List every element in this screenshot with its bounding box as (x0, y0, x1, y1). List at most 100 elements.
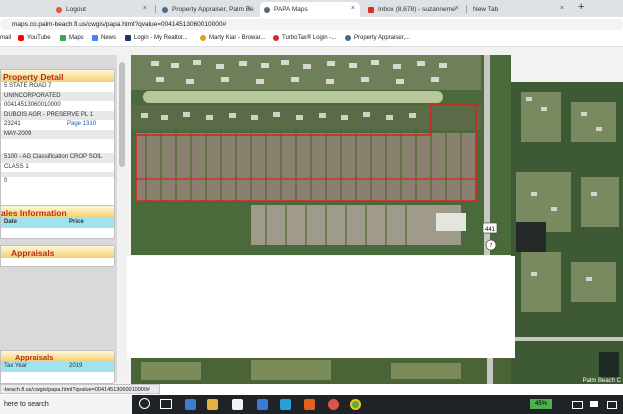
tab-logout[interactable]: Logout × (52, 2, 152, 17)
youtube-icon (18, 35, 24, 41)
tab-strip: Logout × Property Appraiser, Palm Be × P… (0, 0, 623, 17)
bookmark-label: Property Appraiser,... (354, 35, 411, 41)
network-icon[interactable] (590, 401, 598, 407)
tax-year-value: 2019 (69, 363, 83, 369)
tab-new-tab[interactable]: New Tab × (469, 2, 569, 17)
bookmark-label: Login - My Realtor... (134, 35, 188, 41)
turbotax-icon (273, 35, 279, 41)
status-link: -beach.fl.us/cwgis/papa.html?qvalue=0041… (0, 384, 160, 394)
bookmark-youtube[interactable]: YouTube (18, 35, 51, 41)
appraisals-card: Appraisals (0, 245, 115, 267)
close-icon[interactable]: × (455, 5, 459, 12)
bookmark-maps[interactable]: Maps (60, 35, 84, 41)
app-orange-icon[interactable] (304, 399, 315, 410)
app-l-icon[interactable] (280, 399, 291, 410)
aerial-map[interactable]: 441 7 (131, 55, 511, 255)
cortana-icon[interactable] (139, 398, 150, 409)
tax-year-row: Tax Year 2019 (1, 362, 114, 372)
taskbar-search-input[interactable]: here to search (0, 395, 132, 414)
page-link[interactable]: Page 1310 (67, 120, 96, 130)
bookmark-property-appraiser[interactable]: Property Appraiser,... (345, 35, 410, 41)
tab-label: PAPA Maps (274, 6, 308, 13)
appraiser-icon (345, 35, 351, 41)
aerial-map-bottom[interactable] (131, 358, 511, 384)
sales-information-card: ales Information Date Price (0, 205, 115, 239)
tab-inbox[interactable]: Inbox (8,678) - suzanneme × (364, 2, 464, 17)
appraisals-sub-heading: Appraisals (1, 351, 114, 362)
tab-property-appraiser[interactable]: Property Appraiser, Palm Be × (158, 2, 256, 17)
bookmark-label: Marty Kiar - Browar... (209, 35, 266, 41)
tab-label: Logout (66, 6, 86, 13)
papa-favicon-icon (264, 6, 270, 13)
realtor-icon (125, 35, 131, 41)
book-value: 23241 (4, 121, 21, 127)
municipality-value: UNINCORPORATED (1, 91, 114, 101)
col-price: Price (69, 219, 84, 225)
sale-date-value: MAY-2009 (1, 129, 114, 139)
tab-divider (466, 5, 467, 13)
bookmark-realtor[interactable]: Login - My Realtor... (125, 35, 188, 41)
task-view-icon[interactable] (160, 399, 172, 409)
close-icon[interactable]: × (247, 5, 251, 12)
bookmark-news[interactable]: News (92, 35, 116, 41)
use-code-value: 5100 - AG Classification CROP SOIL (1, 153, 114, 163)
url-input[interactable]: maps.co.palm-beach.fl.us/cwgis/papa.html… (0, 19, 623, 30)
battery-indicator[interactable]: 45% (530, 399, 552, 409)
edge-icon[interactable] (185, 399, 196, 410)
appraisals-card-2: Appraisals Tax Year 2019 (0, 350, 115, 384)
tab-papa-maps[interactable]: PAPA Maps × (260, 2, 360, 17)
aerial-map-right[interactable]: Palm Beach C (511, 82, 623, 384)
bookmarks-bar: mail YouTube Maps News Login - My Realto… (0, 32, 623, 47)
zero-value: 0 (4, 178, 8, 184)
logout-favicon-icon (56, 6, 62, 13)
close-icon[interactable]: × (560, 5, 564, 12)
use-code-class: CLASS 1 (4, 163, 29, 170)
book-page-row: 23241 Page 1310 (1, 120, 114, 130)
tax-year-label: Tax Year (4, 363, 28, 369)
tab-label: Property Appraiser, Palm Be (172, 6, 254, 13)
appraiser-favicon-icon (162, 6, 168, 13)
bookmark-label: News (101, 35, 117, 41)
store-icon[interactable] (232, 399, 243, 410)
subdivision-value: DUBOIS AGR - PRESERVE PL 1 (1, 110, 114, 120)
address-bar: maps.co.palm-beach.fl.us/cwgis/papa.html… (0, 17, 623, 32)
map-credit: Palm Beach C (583, 378, 622, 384)
property-detail-heading: Property Detail (1, 70, 114, 82)
bookmark-label: Maps (69, 35, 84, 41)
maps-icon (60, 35, 66, 41)
gmail-icon (368, 6, 374, 13)
bookmark-mail[interactable]: mail (0, 35, 11, 41)
pcn-value: 00414513060010000 (4, 102, 61, 108)
bookmark-label: YouTube (27, 35, 51, 41)
blank-overlay (127, 256, 515, 358)
bookmark-turbotax[interactable]: TurboTax® Login -... (273, 35, 336, 41)
system-tray-icon[interactable] (572, 401, 583, 409)
appraisals-heading: Appraisals (1, 246, 114, 258)
mail-taskbar-icon[interactable] (257, 399, 268, 410)
location-value: 5 STATE ROAD 7 (4, 83, 52, 89)
sales-table-header: Date Price (1, 218, 114, 228)
tab-divider (155, 5, 156, 13)
notification-icon[interactable] (607, 401, 617, 409)
scrollbar-thumb[interactable] (119, 62, 125, 167)
file-explorer-icon[interactable] (207, 399, 218, 410)
side-panel: Property Detail 5 STATE ROAD 7 UNINCORPO… (0, 55, 117, 384)
shield2-label: 7 (490, 243, 493, 249)
app-red-icon[interactable] (328, 399, 339, 410)
person-icon (200, 35, 206, 41)
bookmark-label: mail (0, 35, 12, 41)
col-date: Date (4, 219, 18, 225)
news-icon (92, 35, 98, 41)
close-icon[interactable]: × (143, 5, 147, 12)
bookmark-label: TurboTax® Login -... (282, 35, 337, 41)
sales-information-heading: ales Information (1, 206, 114, 218)
property-detail-card: Property Detail 5 STATE ROAD 7 UNINCORPO… (0, 69, 115, 217)
tab-label: New Tab (473, 6, 499, 13)
tab-label: Inbox (8,678) - suzanneme (378, 6, 456, 13)
chrome-icon[interactable] (350, 399, 361, 410)
bookmark-marty-kiar[interactable]: Marty Kiar - Browar... (200, 35, 265, 41)
road-shield-label: 441 (485, 227, 496, 233)
new-tab-button[interactable]: + (578, 1, 584, 13)
close-icon[interactable]: × (351, 5, 355, 12)
